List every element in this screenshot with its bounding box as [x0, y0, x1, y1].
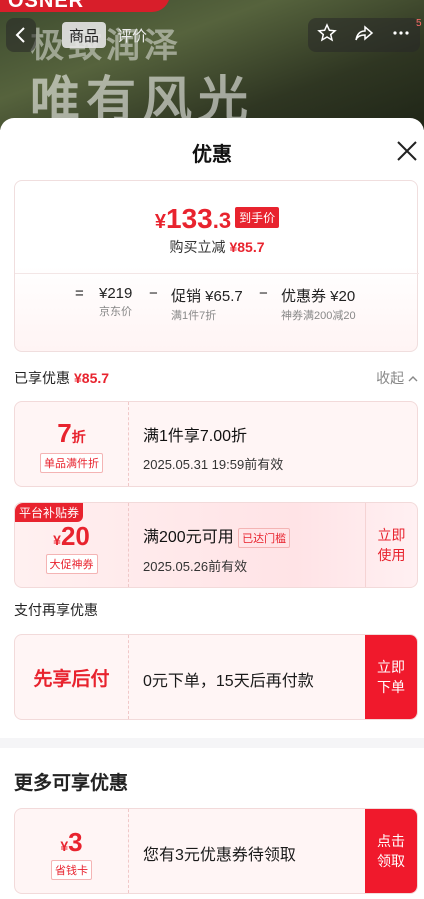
coupon-value-area: ¥20 大促神券 [15, 503, 129, 587]
order-now-button[interactable]: 立即下单 [365, 635, 417, 719]
promotion: 促销 ¥65.7 满1件7折 [171, 285, 243, 323]
pay-later-name: 先享后付 [33, 668, 110, 690]
collapse-toggle[interactable]: 收起 [376, 368, 418, 388]
coupon-type-tag: 大促神券 [45, 554, 98, 574]
price-summary-card: ¥133.3 到手价 购买立减 ¥85.7 = ¥219 京东价 − 促销 ¥65.… [14, 180, 419, 352]
coupon-title: 满200元可用 [143, 529, 234, 546]
enjoyed-label: 已享优惠 [14, 370, 70, 386]
minus-sign-2: − [259, 285, 268, 302]
final-price-tag: 到手价 [235, 207, 280, 228]
coupon-discount-value: 7 [57, 418, 72, 448]
minus-sign-1: − [149, 285, 158, 302]
divider [15, 273, 419, 274]
coupon-type-tag: 单品满件折 [40, 453, 103, 473]
coupon-deduction-value: 优惠券 ¥20 [281, 288, 356, 305]
coupon-value-area: 7折 单品满件折 [15, 402, 129, 486]
price-integer: 133 [166, 203, 213, 234]
coupon-deduction: 优惠券 ¥20 神券满200减20 [281, 285, 365, 323]
instant-discount-amount: ¥85.7 [229, 239, 265, 255]
collapse-label: 收起 [376, 370, 405, 386]
use-coupon-button[interactable]: 立即使用 [365, 503, 417, 587]
tab-evaluation[interactable]: 评价 [110, 22, 154, 48]
coupon-discount-unit: 折 [71, 429, 86, 445]
enjoyed-discount-row: 已享优惠 ¥85.7 收起 [14, 368, 418, 388]
coupon-yen: ¥ [60, 838, 69, 854]
instant-discount: 购买立减 ¥85.7 [15, 237, 419, 257]
brand-logo: OSNER [0, 0, 170, 12]
coupon-info: 满200元可用 已达门槛 2025.05.26前有效 [143, 523, 291, 575]
coupon-amount: 20 [60, 521, 90, 551]
message-badge: 5 [416, 18, 422, 29]
equals-sign: = [75, 285, 84, 302]
sheet-title: 优惠 [192, 144, 232, 166]
chevron-left-icon [15, 27, 25, 43]
more-offers-title: 更多可享优惠 [14, 773, 129, 794]
coupon-info: 满1件享7.00折 2025.05.31 19:59前有效 [143, 422, 283, 473]
savings-card-coupon: ¥3 省钱卡 您有3元优惠券待领取 点击领取 [14, 808, 418, 894]
jd-price: ¥219 京东价 [99, 285, 132, 319]
savings-card-desc: 您有3元优惠券待领取 [143, 847, 296, 864]
final-price: ¥133.3 到手价 [15, 203, 419, 235]
back-button[interactable] [6, 18, 36, 52]
coupon-deduction-label: 神券满200减20 [281, 310, 356, 322]
coupon-expire: 2025.05.31 19:59前有效 [143, 457, 284, 472]
share-icon[interactable] [354, 23, 374, 48]
enjoyed-amount: ¥85.7 [74, 370, 110, 386]
close-icon [397, 141, 417, 161]
star-icon[interactable] [316, 22, 337, 48]
price-yen: ¥ [154, 211, 167, 233]
pay-later-card: 先享后付 0元下单，15天后再付款 立即下单 [14, 634, 418, 720]
price-decimal: .3 [212, 208, 232, 233]
coupon-expire: 2025.05.26前有效 [143, 559, 248, 574]
threshold-status-tag: 已达门槛 [238, 528, 291, 548]
more-icon[interactable] [391, 23, 411, 48]
top-actions [308, 18, 420, 52]
coupon-value-area: ¥3 省钱卡 [15, 809, 129, 893]
chevron-up-icon [408, 376, 418, 382]
close-button[interactable] [394, 138, 420, 164]
jd-price-value: ¥219 [99, 285, 133, 302]
instant-discount-label: 购买立减 [169, 239, 226, 255]
jd-price-label: 京东价 [99, 306, 132, 318]
pay-section-label: 支付再享优惠 [14, 602, 98, 618]
discount-coupon-card: 7折 单品满件折 满1件享7.00折 2025.05.31 19:59前有效 [14, 401, 418, 487]
pay-later-desc: 0元下单，15天后再付款 [143, 673, 314, 690]
promotion-value: 促销 ¥65.7 [171, 288, 243, 305]
platform-subsidy-coupon-card: 平台补贴券 ¥20 大促神券 满200元可用 已达门槛 2025.05.26前有… [14, 502, 418, 588]
pay-later-name-area: 先享后付 [15, 635, 129, 719]
coupon-type-tag: 省钱卡 [51, 860, 92, 880]
tab-goods[interactable]: 商品 [62, 22, 106, 48]
coupon-yen: ¥ [53, 532, 61, 548]
coupon-title: 满1件享7.00折 [143, 428, 248, 445]
section-gap [0, 738, 424, 748]
promotion-label: 满1件7折 [171, 310, 217, 322]
coupon-amount: 3 [68, 827, 83, 857]
discount-sheet: 优惠 ¥133.3 到手价 购买立减 ¥85.7 = ¥219 京东价 − 促销 ¥… [0, 118, 424, 899]
claim-button[interactable]: 点击领取 [365, 809, 417, 893]
